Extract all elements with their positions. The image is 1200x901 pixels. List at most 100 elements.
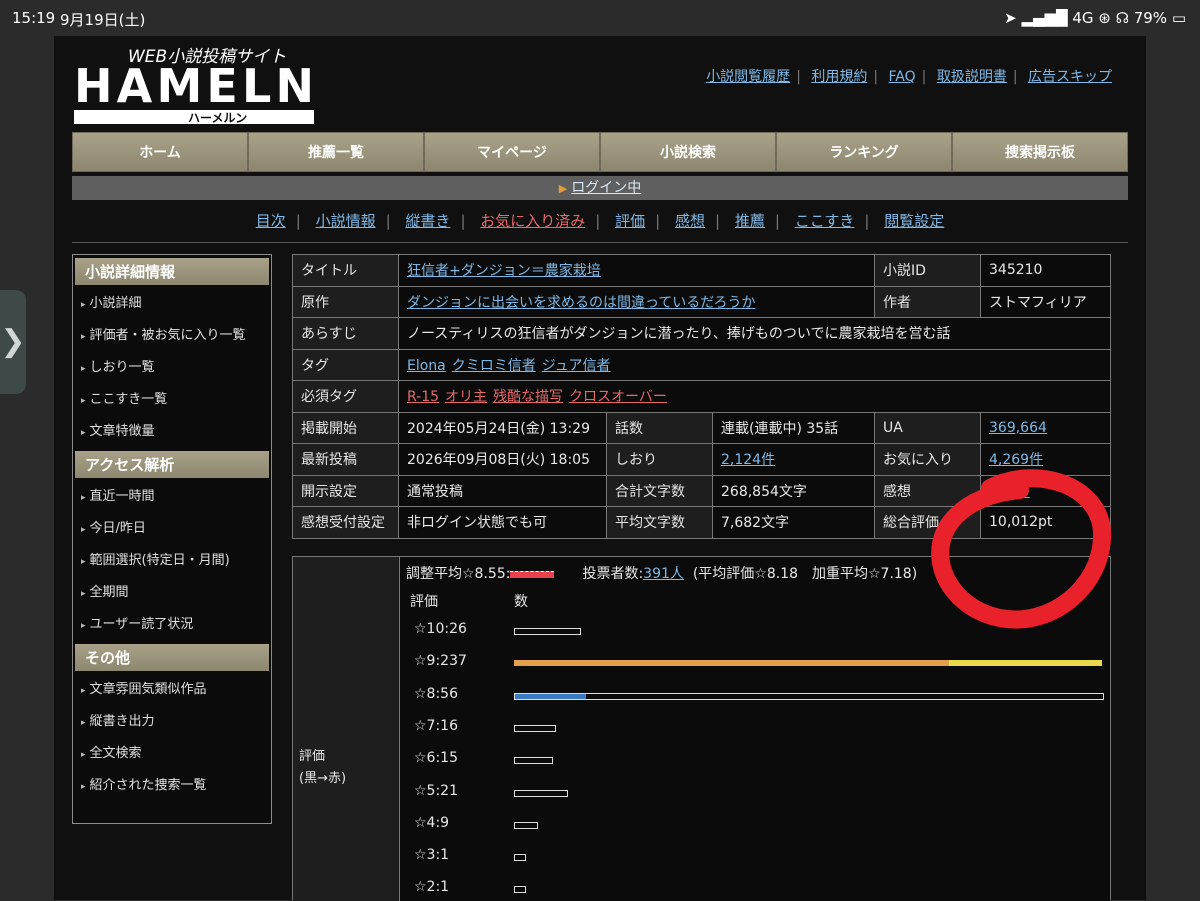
link-history[interactable]: 小説閲覧履歴: [706, 69, 790, 85]
nav-home[interactable]: ホーム: [72, 132, 248, 172]
original-work-link[interactable]: ダンジョンに出会いを求めるのは間違っているだろうか: [407, 295, 755, 311]
rating-label: ☆6:15: [414, 750, 458, 767]
subnav-toc[interactable]: 目次: [256, 212, 286, 230]
top-links: 小説閲覧履歴 | 利用規約 | FAQ | 取扱説明書 | 広告スキップ: [706, 69, 1112, 85]
favorites-link[interactable]: 4,269件: [989, 452, 1043, 468]
sidebar-item-similar[interactable]: ▸ 文章雰囲気類似作品: [73, 674, 271, 706]
link-ad-skip[interactable]: 広告スキップ: [1028, 69, 1112, 85]
bookmarks-link[interactable]: 2,124件: [721, 452, 775, 468]
subnav-favorited[interactable]: お気に入り済み: [480, 212, 585, 230]
subnav-rate[interactable]: 評価: [615, 212, 645, 230]
link-terms[interactable]: 利用規約: [811, 69, 867, 85]
subnav-impressions[interactable]: 感想: [675, 212, 705, 230]
cell-receive-header: 感想受付設定: [292, 506, 399, 539]
arrow-icon: ▶: [558, 182, 568, 195]
cell-tags-header: タグ: [292, 348, 399, 381]
rating-label: ☆5:21: [414, 782, 458, 799]
voters-label: 投票者数:: [582, 566, 644, 582]
sidebar-item-details[interactable]: ▸ 小説詳細: [73, 288, 271, 320]
sidebar-head-details: 小説詳細情報: [75, 258, 269, 285]
sidebar-item-range[interactable]: ▸ 範囲選択(特定日・月間): [73, 545, 271, 577]
cell-ua-header: UA: [874, 411, 981, 444]
rating-summary: 調整平均☆8.55: 投票者数:391人 (平均評価☆8.18 加重平均☆7.18…: [406, 563, 917, 583]
nav-search[interactable]: 小説検索: [600, 132, 776, 172]
subnav-view-settings[interactable]: 閲覧設定: [884, 212, 944, 230]
rating-bar: [514, 692, 1104, 700]
subnav-info[interactable]: 小説情報: [316, 212, 376, 230]
site-logo[interactable]: WEB小説投稿サイト HAMELN ハーメルン: [72, 44, 322, 128]
login-bar: ▶ ログイン中: [72, 176, 1128, 200]
latest-date: 2026年09月08日(火) 18:05: [398, 443, 607, 476]
required-tag-link[interactable]: オリ主: [445, 389, 487, 405]
required-tag-link[interactable]: 残酷な描写: [493, 389, 563, 405]
rating-row: ☆9:237: [414, 653, 1114, 673]
required-tag-link[interactable]: クロスオーバー: [569, 389, 667, 405]
logo-wordmark: HAMELN: [74, 59, 314, 113]
sidebar-item-kokosuki[interactable]: ▸ ここすき一覧: [73, 384, 271, 416]
cell-bookmarks-header: しおり: [606, 443, 713, 476]
cell-latest-header: 最新投稿: [292, 443, 399, 476]
sidebar-item-vertical-export[interactable]: ▸ 縦書き出力: [73, 706, 271, 738]
nav-ranking[interactable]: ランキング: [776, 132, 952, 172]
cell-start-header: 掲載開始: [292, 411, 399, 444]
link-faq[interactable]: FAQ: [889, 69, 916, 85]
voters-link[interactable]: 391人: [643, 566, 684, 582]
sidebar-item-last-hour[interactable]: ▸ 直近一時間: [73, 481, 271, 513]
rating-label: ☆4:9: [414, 814, 450, 831]
episodes: 連載(連載中) 35話: [712, 411, 875, 444]
rating-label: ☆8:56: [414, 685, 458, 702]
rating-header: 評価: [299, 749, 326, 764]
average-rating: (平均評価☆8.18 加重平均☆7.18): [692, 566, 918, 582]
tag-link[interactable]: クミロミ信者: [452, 358, 536, 374]
date: 9月19日(土): [60, 11, 146, 29]
novel-title-link[interactable]: 狂信者+ダンジョン＝農家栽培: [407, 263, 601, 279]
tag-link[interactable]: ジュア信者: [542, 358, 611, 374]
ua-link[interactable]: 369,664: [989, 420, 1047, 436]
divider: [72, 242, 1128, 243]
required-tag-link[interactable]: R-15: [407, 389, 439, 405]
cell-original-header: 原作: [292, 285, 399, 318]
chevron-right-icon[interactable]: ❯: [0, 290, 26, 394]
total-chars: 268,854文字: [712, 474, 875, 507]
rating-bar: [514, 854, 526, 862]
subnav-vertical[interactable]: 縦書き: [405, 212, 450, 230]
subnav-kokosuki[interactable]: ここすき: [795, 212, 855, 230]
rating-header-cell: 評価 (黒→赤): [293, 557, 400, 901]
sidebar-item-searches[interactable]: ▸ 紹介された捜索一覧: [73, 770, 271, 802]
cell-synopsis-header: あらすじ: [292, 317, 399, 350]
login-status-link[interactable]: ログイン中: [571, 180, 641, 196]
sidebar-item-features[interactable]: ▸ 文章特徴量: [73, 416, 271, 448]
rating-bar: [514, 821, 539, 829]
novel-id: 345210: [980, 254, 1111, 287]
status-indicators: ➤ ▂▄▆█ 4G ⊛ ☊ 79% ▭: [1004, 9, 1186, 27]
cell-required-tags-header: 必須タグ: [292, 380, 399, 413]
rating-bar: [514, 628, 581, 635]
ios-status-bar: 15:19 9月19日(土) ➤ ▂▄▆█ 4G ⊛ ☊ 79% ▭: [0, 0, 1200, 36]
rating-bar: [514, 660, 1102, 667]
subnav-recommend[interactable]: 推薦: [735, 212, 765, 230]
tag-link[interactable]: Elona: [407, 358, 446, 374]
rating-row: ☆5:21: [414, 783, 1114, 803]
sidebar-head-other: その他: [75, 644, 269, 671]
cell-title-header: タイトル: [292, 254, 399, 287]
rating-bar: [514, 886, 526, 894]
sidebar-item-read-status[interactable]: ▸ ユーザー読了状況: [73, 609, 271, 641]
author-name: ストマフィリア: [980, 285, 1111, 318]
rating-row: ☆2:1: [414, 879, 1114, 899]
sidebar-item-bookmarks[interactable]: ▸ しおり一覧: [73, 352, 271, 384]
nav-recommend[interactable]: 推薦一覧: [248, 132, 424, 172]
sidebar-item-fulltext[interactable]: ▸ 全文検索: [73, 738, 271, 770]
rating-color-bar: [510, 570, 555, 578]
link-manual[interactable]: 取扱説明書: [937, 69, 1007, 85]
sidebar-item-today[interactable]: ▸ 今日/昨日: [73, 513, 271, 545]
nav-mypage[interactable]: マイページ: [424, 132, 600, 172]
sidebar-item-all-time[interactable]: ▸ 全期間: [73, 577, 271, 609]
avg-chars: 7,682文字: [712, 506, 875, 539]
rating-row: ☆4:9: [414, 815, 1114, 835]
red-circle-annotation: [931, 469, 1112, 629]
sidebar-item-raters[interactable]: ▸ 評価者・被お気に入り一覧: [73, 320, 271, 352]
rating-label: ☆10:26: [414, 621, 467, 637]
receive-setting: 非ログイン状態でも可: [398, 506, 607, 539]
nav-board[interactable]: 捜索掲示板: [952, 132, 1128, 172]
rating-label: ☆2:1: [414, 879, 450, 896]
